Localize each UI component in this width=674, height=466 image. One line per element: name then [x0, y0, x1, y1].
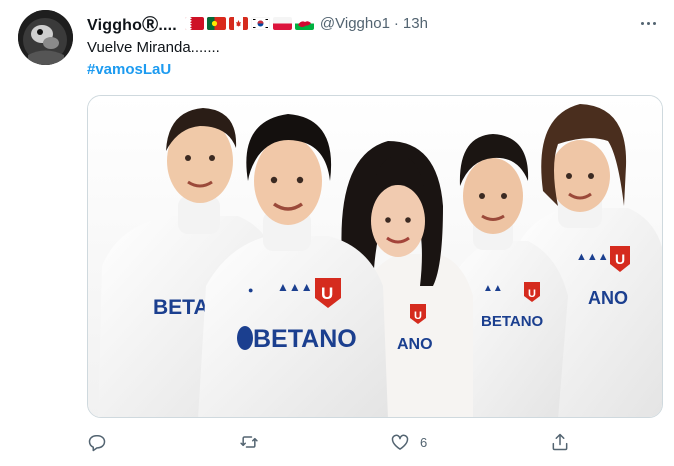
- svg-text:▲▲: ▲▲: [483, 283, 503, 294]
- hashtag-link[interactable]: #vamosLaU: [87, 61, 171, 78]
- canada-flag-icon: [228, 16, 248, 30]
- tweet-media-image[interactable]: BETA ▲▲▲ U ANO ▲▲ U BETANO U ANO ● ▲▲▲ U…: [87, 95, 663, 418]
- svg-text:ANO: ANO: [588, 288, 628, 308]
- svg-text:ANO: ANO: [397, 336, 433, 353]
- more-dot: [640, 21, 644, 25]
- flag-emojis: [184, 16, 314, 30]
- tweet-text: Vuelve Miranda.......: [87, 39, 220, 56]
- heart-icon: [391, 434, 409, 450]
- more-dot: [652, 21, 656, 25]
- svg-text:U: U: [615, 251, 625, 267]
- more-dot: [646, 21, 650, 25]
- retweet-icon: [240, 436, 258, 448]
- south-korea-flag-icon: [250, 16, 270, 30]
- display-name[interactable]: VigghoⓇ....: [87, 11, 177, 35]
- bahrain-flag-icon: [184, 16, 204, 30]
- svg-text:▲▲▲: ▲▲▲: [576, 251, 609, 263]
- avatar-image: [18, 10, 73, 65]
- like-count: 6: [420, 434, 428, 450]
- svg-text:U: U: [321, 284, 333, 303]
- svg-text:BETA: BETA: [153, 296, 209, 319]
- tweet: VigghoⓇ.... @Viggho1 · 13h Vuelve Mirand…: [0, 0, 674, 466]
- band-photo: BETA ▲▲▲ U ANO ▲▲ U BETANO U ANO ● ▲▲▲ U…: [88, 96, 662, 417]
- portugal-flag-icon: [206, 16, 226, 30]
- tweet-header: VigghoⓇ.... @Viggho1 · 13h: [87, 11, 634, 35]
- retweet-button[interactable]: [239, 430, 269, 454]
- svg-text:U: U: [414, 310, 422, 322]
- user-handle[interactable]: @Viggho1: [320, 15, 390, 32]
- tweet-actions: 6: [87, 430, 587, 454]
- dot-separator: ·: [393, 14, 399, 32]
- share-button[interactable]: [550, 430, 580, 454]
- like-button[interactable]: 6: [390, 430, 427, 454]
- more-options-button[interactable]: [638, 13, 658, 33]
- share-icon: [552, 433, 568, 451]
- svg-text:▲▲▲: ▲▲▲: [277, 280, 313, 294]
- svg-text:●: ●: [248, 285, 253, 295]
- avatar[interactable]: [18, 10, 73, 65]
- svg-text:U: U: [528, 288, 536, 300]
- svg-text:BETANO: BETANO: [481, 313, 544, 330]
- svg-text:BETANO: BETANO: [253, 325, 357, 353]
- reply-icon: [88, 435, 106, 452]
- reply-button[interactable]: [87, 430, 117, 454]
- timestamp[interactable]: 13h: [403, 15, 428, 32]
- poland-flag-icon: [272, 16, 292, 30]
- wales-flag-icon: [294, 16, 314, 30]
